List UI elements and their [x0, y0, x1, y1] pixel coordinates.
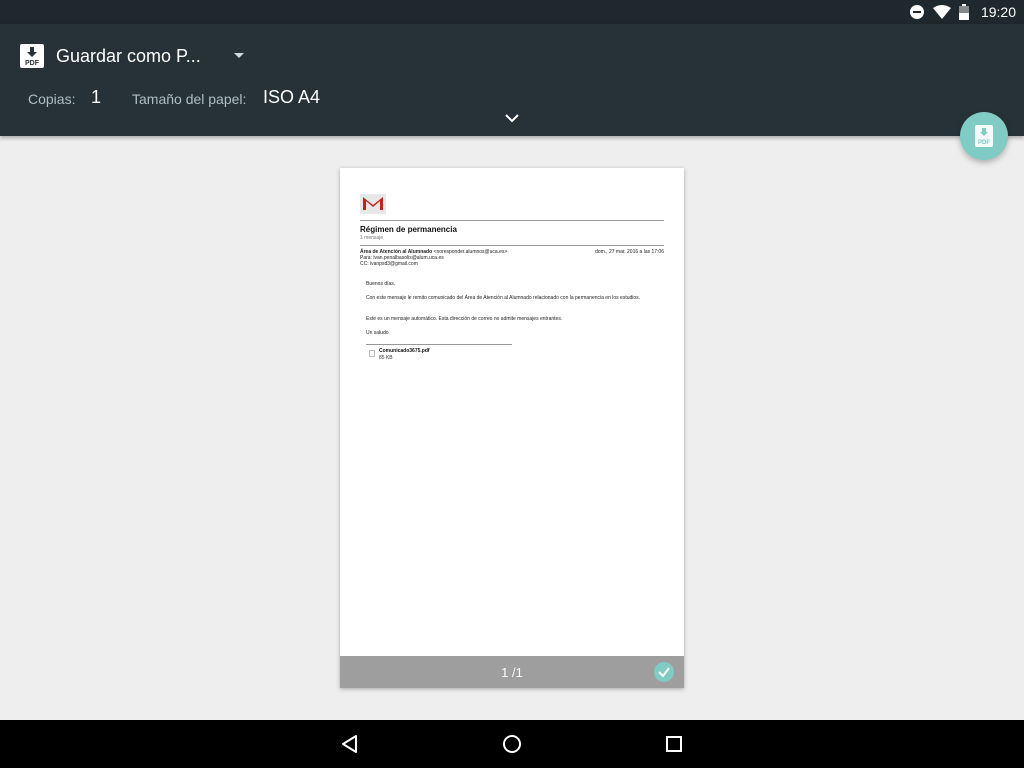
- pdf-save-icon: PDF: [975, 125, 993, 147]
- attachment-size: 85 KB: [379, 355, 393, 361]
- copies-label: Copias:: [28, 91, 76, 107]
- email-greeting: Buenos días,: [366, 281, 396, 287]
- destination-label: Guardar como P...: [56, 45, 201, 66]
- email-paragraph-1: Con este mensaje le remito comunicado de…: [366, 295, 641, 301]
- checkmark-icon: [658, 667, 670, 678]
- copies-value[interactable]: 1: [91, 87, 101, 108]
- battery-icon: [958, 4, 969, 20]
- do-not-disturb-icon: [909, 5, 924, 19]
- navigation-bar: [0, 720, 1024, 768]
- destination-dropdown-arrow-icon[interactable]: [234, 53, 244, 58]
- subject-divider: [360, 245, 664, 246]
- preview-page[interactable]: Régimen de permanencia 1 mensaje Área de…: [340, 168, 684, 688]
- back-icon[interactable]: [338, 732, 362, 756]
- print-preview-area: Régimen de permanencia 1 mensaje Área de…: [0, 136, 1024, 720]
- home-icon[interactable]: [500, 732, 524, 756]
- chevron-down-icon[interactable]: [503, 111, 521, 125]
- status-bar: 19:20: [0, 0, 1024, 24]
- attachment-divider: [366, 344, 512, 345]
- gmail-logo-icon: [360, 194, 386, 214]
- recents-icon[interactable]: [662, 732, 686, 756]
- attachment-name: Comunicado3675.pdf: [379, 348, 430, 354]
- page-selected-check-icon[interactable]: [654, 662, 674, 682]
- header-divider: [360, 220, 664, 221]
- paper-size-label: Tamaño del papel:: [132, 91, 247, 107]
- email-date: dom., 27 mar. 2016 a las 17:06: [595, 249, 664, 255]
- save-pdf-button[interactable]: PDF: [960, 112, 1008, 160]
- email-message-count: 1 mensaje: [360, 235, 384, 241]
- svg-text:PDF: PDF: [25, 60, 40, 67]
- page-footer: 1 /1: [340, 656, 684, 688]
- attachment-file-icon: [369, 350, 375, 357]
- paper-size-value[interactable]: ISO A4: [263, 87, 320, 108]
- page-number: 1 /1: [501, 664, 523, 680]
- status-icons: 19:20: [909, 0, 1016, 24]
- wifi-icon: [932, 5, 951, 19]
- status-time: 19:20: [980, 4, 1016, 20]
- pdf-download-icon: PDF: [20, 44, 44, 68]
- email-subject: Régimen de permanencia: [360, 225, 457, 234]
- svg-text:PDF: PDF: [978, 140, 990, 146]
- email-cc: CC: ivanpsd3@gmail.com: [360, 261, 418, 267]
- destination-selector[interactable]: PDF Guardar como P...: [20, 44, 201, 68]
- email-closing: Un saludo: [366, 330, 389, 336]
- print-options-header: PDF Guardar como P... Copias: 1 Tamaño d…: [0, 24, 1024, 136]
- email-paragraph-2: Este es un mensaje automático. Esta dire…: [366, 316, 563, 322]
- sender-email: <noresponder.alumnos@uca.es>: [433, 249, 508, 255]
